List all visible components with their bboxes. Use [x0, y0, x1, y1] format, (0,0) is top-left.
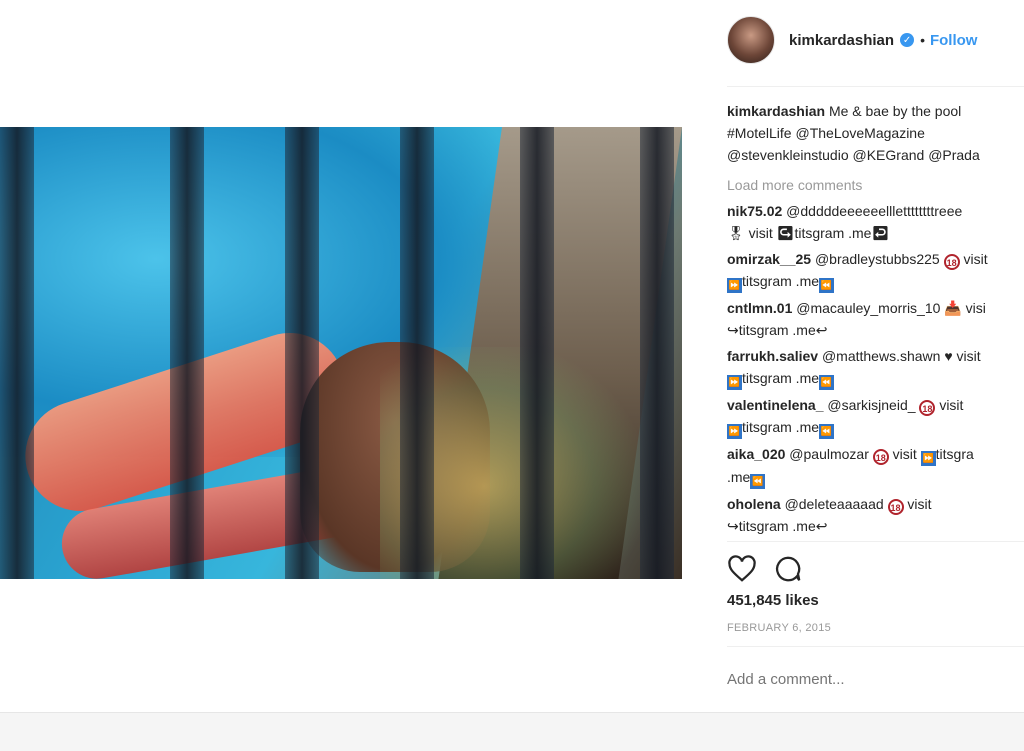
comments-section: kimkardashian Me & bae by the pool #Mote… [727, 100, 1024, 540]
heart-icon[interactable] [727, 554, 757, 584]
comment-text: @bradleystubbs225 [814, 251, 940, 267]
likes-count[interactable]: 451,845 likes [727, 592, 819, 609]
comment-text: @paulmozar [789, 446, 869, 462]
inbox-icon: 📥 [944, 300, 962, 316]
rewind-icon: ⏪ [819, 424, 835, 439]
fast-forward-icon: ⏩ [727, 424, 742, 439]
comment-username[interactable]: cntlmn.01 [727, 300, 792, 316]
comment-text: visit [892, 446, 917, 462]
photo-railing-bar [285, 127, 319, 579]
sticker-icon: 🎖 [727, 225, 745, 241]
header-username[interactable]: kimkardashian [789, 32, 894, 49]
comment-text: visit [939, 397, 964, 413]
page-footer-band [0, 712, 1024, 751]
rewind-icon: ⏪ [819, 375, 835, 390]
comment-username[interactable]: farrukh.saliev [727, 348, 818, 364]
comment-text: @matthews.shawn [821, 348, 941, 364]
comment-username[interactable]: nik75.02 [727, 203, 782, 219]
comment-text: titsgra [935, 446, 974, 462]
avatar[interactable] [727, 16, 775, 64]
comment-bubble-icon[interactable] [773, 554, 803, 584]
comment-text: @sarkisjneid_ [827, 397, 916, 413]
verified-badge-icon: ✓ [900, 33, 915, 47]
caption: kimkardashian Me & bae by the pool [727, 100, 1024, 122]
comment-text: visi [965, 300, 986, 316]
photo-railing-bar [400, 127, 434, 579]
action-bar [727, 552, 1024, 586]
18-plus-icon: 18 [887, 499, 904, 515]
comment-item: omirzak__25 @bradleystubbs225 18 visit ⏩… [727, 248, 1024, 293]
18-plus-icon: 18 [872, 449, 889, 465]
18-plus-icon: 18 [943, 254, 960, 270]
heart-emoji-icon: ♥ [944, 348, 953, 364]
fast-forward-icon: ⏩ [727, 278, 742, 293]
comment-item: nik75.02 @dddddeeeeeelllettttttttreee 🎖 … [727, 200, 1024, 244]
photo-railing-bar [170, 127, 204, 579]
comment-item: farrukh.saliev @matthews.shawn ♥ visit ⏩… [727, 345, 1024, 390]
follow-button[interactable]: Follow [930, 32, 978, 49]
comments-divider [727, 541, 1024, 542]
comment-text: visit ↪titsgram .me↩ [748, 225, 890, 241]
comment-text: titsgram .me [742, 370, 820, 386]
comment-username[interactable]: valentinelena_ [727, 397, 824, 413]
rewind-icon: ⏪ [750, 474, 766, 489]
post-photo[interactable] [0, 127, 682, 579]
comment-text: ↪titsgram .me↩ [727, 518, 828, 534]
18-plus-icon: 18 [919, 400, 936, 416]
photo-railing-bar [520, 127, 554, 579]
comment-username[interactable]: oholena [727, 496, 781, 512]
comment-text: titsgram .me [742, 273, 820, 289]
comment-text: @macauley_morris_10 [796, 300, 941, 316]
header-separator: • [920, 32, 925, 48]
comment-username[interactable]: omirzak__25 [727, 251, 811, 267]
comment-item: aika_020 @paulmozar 18 visit ⏩ titsgra .m… [727, 443, 1024, 489]
load-more-comments-link[interactable]: Load more comments [727, 174, 1024, 196]
comment-text: titsgram .me [742, 419, 820, 435]
comment-text: visit [956, 348, 981, 364]
caption-username[interactable]: kimkardashian [727, 103, 825, 119]
add-comment-input[interactable] [727, 666, 1024, 692]
comment-text: .me [727, 469, 751, 485]
caption-line: @stevenkleinstudio @KEGrand @Prada [727, 147, 980, 163]
comment-text: visit [907, 496, 932, 512]
comment-item: oholena @deleteaaaaad 18 visit ↪titsgram… [727, 493, 1024, 537]
caption-text: Me & bae by the pool [828, 103, 962, 119]
comment-text: @dddddeeeeeelllettttttttreee [786, 203, 963, 219]
comment-text: @deleteaaaaad [784, 496, 884, 512]
post-date[interactable]: FEBRUARY 6, 2015 [727, 622, 831, 634]
date-divider [727, 646, 1024, 647]
rewind-icon: ⏪ [819, 278, 835, 293]
photo-railing-bar [640, 127, 674, 579]
post-header: kimkardashian ✓ • Follow [727, 14, 1024, 66]
caption-line: #MotelLife @TheLoveMagazine [727, 125, 925, 141]
fast-forward-icon: ⏩ [727, 375, 742, 390]
comment-item: cntlmn.01 @macauley_morris_10 📥 visi ↪ti… [727, 297, 1024, 341]
fast-forward-icon: ⏩ [920, 451, 936, 466]
comment-text: ↪titsgram .me↩ [727, 322, 828, 338]
photo-railing-bar [0, 127, 34, 579]
header-divider [727, 86, 1024, 87]
comment-text: visit [963, 251, 988, 267]
comment-username[interactable]: aika_020 [727, 446, 785, 462]
comment-item: valentinelena_ @sarkisjneid_ 18 visit ⏩ t… [727, 394, 1024, 439]
